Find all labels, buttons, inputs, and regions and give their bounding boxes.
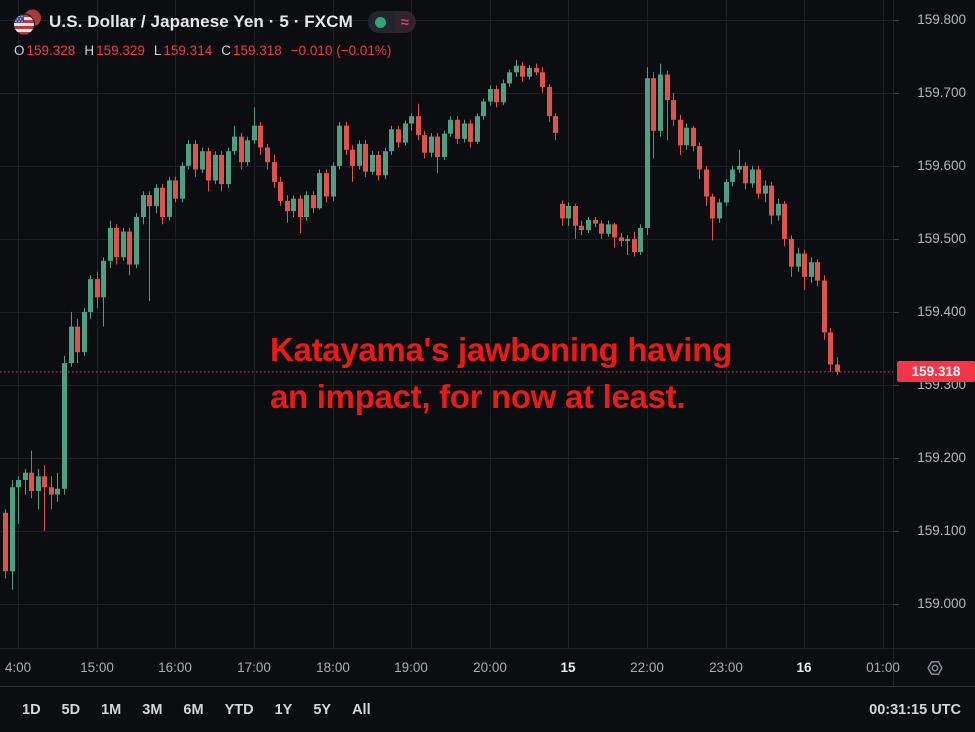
time-axis-label: 20:00	[473, 649, 507, 686]
delayed-data-icon: ≈	[401, 15, 409, 30]
high-label: H	[84, 43, 94, 58]
close-value: 159.318	[233, 43, 282, 58]
range-button-6m[interactable]: 6M	[183, 702, 203, 718]
time-axis-label: 18:00	[316, 649, 350, 686]
range-button-1d[interactable]: 1D	[22, 702, 41, 718]
range-button-all[interactable]: All	[352, 702, 371, 718]
symbol-title-row[interactable]: U.S. Dollar / Japanese Yen · 5 · FXCM ≈	[12, 8, 416, 36]
price-axis-label: 159.200	[894, 449, 975, 467]
high-value: 159.329	[96, 43, 145, 58]
time-axis-label: 23:00	[709, 649, 743, 686]
time-axis-label: 4:00	[5, 649, 31, 686]
range-button-3m[interactable]: 3M	[142, 702, 162, 718]
price-axis-label: 159.600	[894, 157, 975, 175]
open-label: O	[14, 43, 25, 58]
title-separator: ·	[289, 12, 304, 31]
price-axis-label: 159.500	[894, 230, 975, 248]
price-axis-label: 159.000	[894, 595, 975, 613]
bottom-toolbar: 1D 5D 1M 3M 6M YTD 1Y 5Y All 00:31:15 UTC	[0, 686, 975, 732]
range-button-ytd[interactable]: YTD	[225, 702, 254, 718]
low-value: 159.314	[163, 43, 212, 58]
tradingview-chart-window: U.S. Dollar / Japanese Yen · 5 · FXCM ≈ …	[0, 0, 975, 732]
range-button-1m[interactable]: 1M	[101, 702, 121, 718]
ohlc-row: O159.328 H159.329 L159.314 C159.318 −0.0…	[12, 43, 416, 58]
candles	[3, 60, 840, 590]
time-axis-label: 17:00	[237, 649, 271, 686]
time-axis-day-label: 15	[560, 649, 575, 686]
time-axis[interactable]: 4:00 15:00 16:00 17:00 18:00 19:00 20:00 15 22:0…	[0, 648, 893, 686]
last-price-tag: 159.318	[897, 361, 975, 382]
time-axis-label: 16:00	[158, 649, 192, 686]
market-status-pill[interactable]: ≈	[368, 11, 416, 33]
time-axis-label: 22:00	[630, 649, 664, 686]
candlestick-chart	[0, 0, 893, 648]
symbol-title: U.S. Dollar / Japanese Yen · 5 · FXCM	[49, 12, 353, 32]
exchange-name: FXCM	[304, 12, 353, 31]
time-axis-label: 15:00	[80, 649, 114, 686]
market-open-dot-icon	[375, 17, 386, 28]
chart-text-annotation[interactable]: Katayama's jawboning having an impact, f…	[270, 326, 732, 420]
gridlines	[0, 0, 893, 648]
price-axis-label: 159.100	[894, 522, 975, 540]
chart-settings-icon[interactable]	[924, 657, 946, 679]
close-label: C	[221, 43, 231, 58]
open-value: 159.328	[27, 43, 76, 58]
range-button-5d[interactable]: 5D	[62, 702, 81, 718]
axis-corner	[893, 648, 975, 686]
range-button-5y[interactable]: 5Y	[313, 702, 331, 718]
range-button-1y[interactable]: 1Y	[275, 702, 293, 718]
price-axis-label: 159.800	[894, 11, 975, 29]
price-axis[interactable]: 159.800 159.700 159.600 159.500 159.400 159.3…	[893, 0, 975, 648]
price-axis-label: 159.400	[894, 303, 975, 321]
time-axis-day-label: 16	[796, 649, 811, 686]
low-label: L	[154, 43, 162, 58]
time-axis-label: 19:00	[394, 649, 428, 686]
change-value: −0.010 (−0.01%)	[291, 43, 392, 58]
interval-value: 5	[279, 12, 289, 31]
chart-pane[interactable]: U.S. Dollar / Japanese Yen · 5 · FXCM ≈ …	[0, 0, 893, 648]
annotation-line-1: Katayama's jawboning having	[270, 326, 732, 373]
utc-clock[interactable]: 00:31:15 UTC	[869, 702, 961, 718]
chart-header: U.S. Dollar / Japanese Yen · 5 · FXCM ≈ …	[12, 8, 416, 58]
annotation-line-2: an impact, for now at least.	[270, 373, 732, 420]
title-separator: ·	[264, 12, 279, 31]
price-axis-label: 159.700	[894, 84, 975, 102]
usdjpy-flag-icon	[12, 8, 42, 36]
time-axis-label: 01:00	[866, 649, 900, 686]
